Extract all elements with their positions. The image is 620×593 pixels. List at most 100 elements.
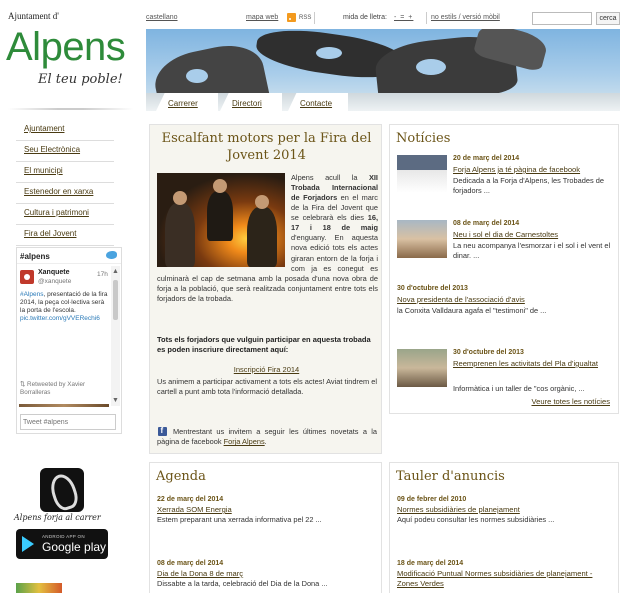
sidebar-item-fira-jovent[interactable]: Fira del Jovent — [16, 225, 114, 246]
search-input[interactable] — [532, 12, 592, 25]
tweet-text: #Alpens, presentació de la fira 2014, la… — [20, 291, 108, 324]
site-title: Ajuntament d' — [8, 11, 59, 21]
scrollbar-thumb[interactable] — [113, 280, 118, 320]
news-panel: Notícies 20 de març del 2014 Forja Alpen… — [389, 124, 619, 414]
agenda-summary: Estem preparant una xerrada informativa … — [157, 515, 322, 525]
notice-item: 18 de març del 2014 Modificació Puntual … — [397, 560, 615, 590]
news-thumbnail[interactable] — [397, 220, 447, 258]
agenda-summary: Dissabte a la tarda, celebració del Dia … — [157, 579, 328, 589]
tab-label[interactable]: Directori — [232, 99, 262, 108]
rss-icon[interactable] — [287, 13, 296, 22]
all-news-link[interactable]: Veure totes les notícies — [531, 397, 610, 406]
tweet-input[interactable] — [20, 414, 116, 430]
sitemap-link[interactable]: mapa web — [246, 14, 278, 21]
twitter-hashtag[interactable]: #alpens — [20, 252, 50, 261]
news-title: Notícies — [396, 131, 451, 146]
agenda-date: 22 de març del 2014 — [157, 496, 224, 503]
sidebar-item-ajuntament[interactable]: Ajuntament — [16, 120, 114, 141]
news-date: 30 d'octubre del 2013 — [453, 349, 524, 356]
sculpture-gap — [316, 47, 342, 59]
sculpture-gap — [186, 69, 208, 83]
news-summary: Dedicada a la Forja d'Alpens, les Trobad… — [453, 176, 604, 195]
top-utility-bar: castellano mapa web RSS mida de lletra: … — [146, 12, 620, 26]
divider — [426, 12, 427, 24]
agenda-link[interactable]: Dia de la Dona 8 de març — [157, 569, 243, 578]
text: Alpens acull la — [291, 173, 369, 182]
sidebar-item-cultura[interactable]: Cultura i patrimoni — [16, 204, 114, 225]
notice-date: 09 de febrer del 2010 — [397, 496, 467, 503]
cta-link-wrap: Inscripció Fira 2014 — [150, 365, 383, 374]
agenda-item: 22 de març del 2014 Xerrada SOM Energia … — [157, 496, 375, 525]
notice-board-panel: Tauler d'anuncis 09 de febrer del 2010 N… — [389, 462, 619, 593]
forja-app-logo[interactable] — [40, 468, 84, 512]
news-thumbnail[interactable] — [397, 155, 447, 193]
twitter-bird-icon[interactable] — [106, 251, 117, 259]
notice-link[interactable]: Normes subsidiàries de planejament — [397, 505, 520, 514]
facebook-text: Mentrestant us invitem a seguir les últi… — [157, 427, 377, 447]
news-link[interactable]: Reemprenen les activitats del Pla d'igua… — [453, 359, 613, 369]
app-caption: Alpens forja al carrer — [14, 513, 101, 522]
search-button[interactable]: cerca — [596, 12, 620, 25]
font-size-label: mida de lletra: — [343, 14, 387, 21]
news-item: 08 de març del 2014 Neu i sol el dia de … — [397, 218, 615, 268]
news-item: 30 d'octubre del 2013 Reemprenen les act… — [397, 347, 615, 397]
scroll-up-icon[interactable]: ▲ — [112, 268, 119, 275]
map-thumbnail[interactable] — [16, 583, 62, 593]
tab-contacte[interactable]: Contacte — [288, 93, 348, 111]
no-styles-link[interactable]: no estils / versió mòbil — [431, 14, 500, 21]
tab-carrerer[interactable]: Carrerer — [156, 93, 218, 111]
google-play-badge[interactable]: ANDROID APP ON Google play — [16, 529, 108, 559]
twitter-widget: #alpens Xanquete @xanquete 17h #Alpens, … — [16, 247, 122, 434]
registration-link[interactable]: Inscripció Fira 2014 — [234, 365, 299, 374]
news-item: 20 de març del 2014 Forja Alpens ja té p… — [397, 153, 615, 203]
tweet-link[interactable]: pic.twitter.com/gVVERechi6 — [20, 315, 100, 322]
cta-heading: Tots els forjadors que vulguin participa… — [157, 335, 371, 355]
news-thumbnail[interactable] — [397, 349, 447, 387]
news-link[interactable]: Forja Alpens ja té pàgina de facebook — [453, 165, 580, 174]
featured-article: Escalfant motors per la Fira del Jovent … — [149, 124, 382, 454]
text: Mentrestant us invitem a seguir les últi… — [157, 427, 377, 447]
news-date: 30 d'octubre del 2013 — [397, 285, 468, 292]
site-logo[interactable]: Alpens — [6, 25, 126, 70]
tweet: Xanquete @xanquete 17h #Alpens, presenta… — [17, 265, 111, 407]
news-summary: La neu acompanya l'esmorzar i el sol i e… — [453, 241, 611, 260]
tweet-hashtag[interactable]: #Alpens — [20, 291, 44, 298]
news-link[interactable]: Nova presidenta de l'associació d'avis — [397, 295, 525, 304]
tweet-handle[interactable]: @xanquete — [38, 278, 71, 286]
twitter-header: #alpens — [17, 248, 121, 264]
agenda-title: Agenda — [156, 469, 206, 484]
agenda-item: 08 de març del 2014 Dia de la Dona 8 de … — [157, 560, 375, 589]
cta-text: Us animem a participar activament a tots… — [157, 377, 377, 397]
twitter-scrollbar[interactable]: ▲ ▼ — [111, 266, 120, 406]
gplay-small-text: ANDROID APP ON — [42, 534, 85, 539]
tweet-user[interactable]: Xanquete — [38, 269, 70, 278]
tweet-time[interactable]: 17h — [97, 271, 108, 279]
notice-item: 09 de febrer del 2010 Normes subsidiàrie… — [397, 496, 615, 525]
tweet-image[interactable] — [19, 404, 109, 407]
tab-label[interactable]: Contacte — [300, 99, 332, 108]
sidebar-item-seu-electronica[interactable]: Seu Electrònica — [16, 141, 114, 162]
rss-label[interactable]: RSS — [299, 15, 311, 21]
sidebar-nav: Ajuntament Seu Electrònica El municipi E… — [16, 120, 114, 246]
notice-summary: Aquí podeu consultar les normes subsidià… — [397, 515, 555, 525]
notice-date: 18 de març del 2014 — [397, 560, 464, 567]
font-size-controls[interactable]: - = + — [394, 14, 413, 21]
tab-label[interactable]: Carrerer — [168, 99, 198, 108]
agenda-panel: Agenda 22 de març del 2014 Xerrada SOM E… — [149, 462, 382, 593]
avatar[interactable] — [20, 270, 34, 284]
notice-link[interactable]: Modificació Puntual Normes subsidiàries … — [397, 569, 597, 590]
language-link[interactable]: castellano — [146, 14, 178, 21]
retweet-info: ⇅ Retweeted by Xavier Borralleras — [20, 381, 86, 396]
text: . — [264, 437, 267, 447]
news-item: 30 d'octubre del 2013 Nova presidenta de… — [397, 283, 615, 319]
agenda-link[interactable]: Xerrada SOM Energia — [157, 505, 232, 514]
news-link[interactable]: Neu i sol el dia de Carnestoltes — [453, 230, 558, 239]
divider — [314, 12, 315, 24]
google-play-icon — [22, 536, 34, 552]
facebook-link[interactable]: Forja Alpens — [224, 437, 265, 446]
scroll-down-icon[interactable]: ▼ — [112, 397, 119, 404]
tab-directori[interactable]: Directori — [220, 93, 282, 111]
featured-title: Escalfant motors per la Fira del Jovent … — [161, 131, 372, 163]
sidebar-item-estenedor[interactable]: Estenedor en xarxa — [16, 183, 114, 204]
sidebar-item-el-municipi[interactable]: El municipi — [16, 162, 114, 183]
